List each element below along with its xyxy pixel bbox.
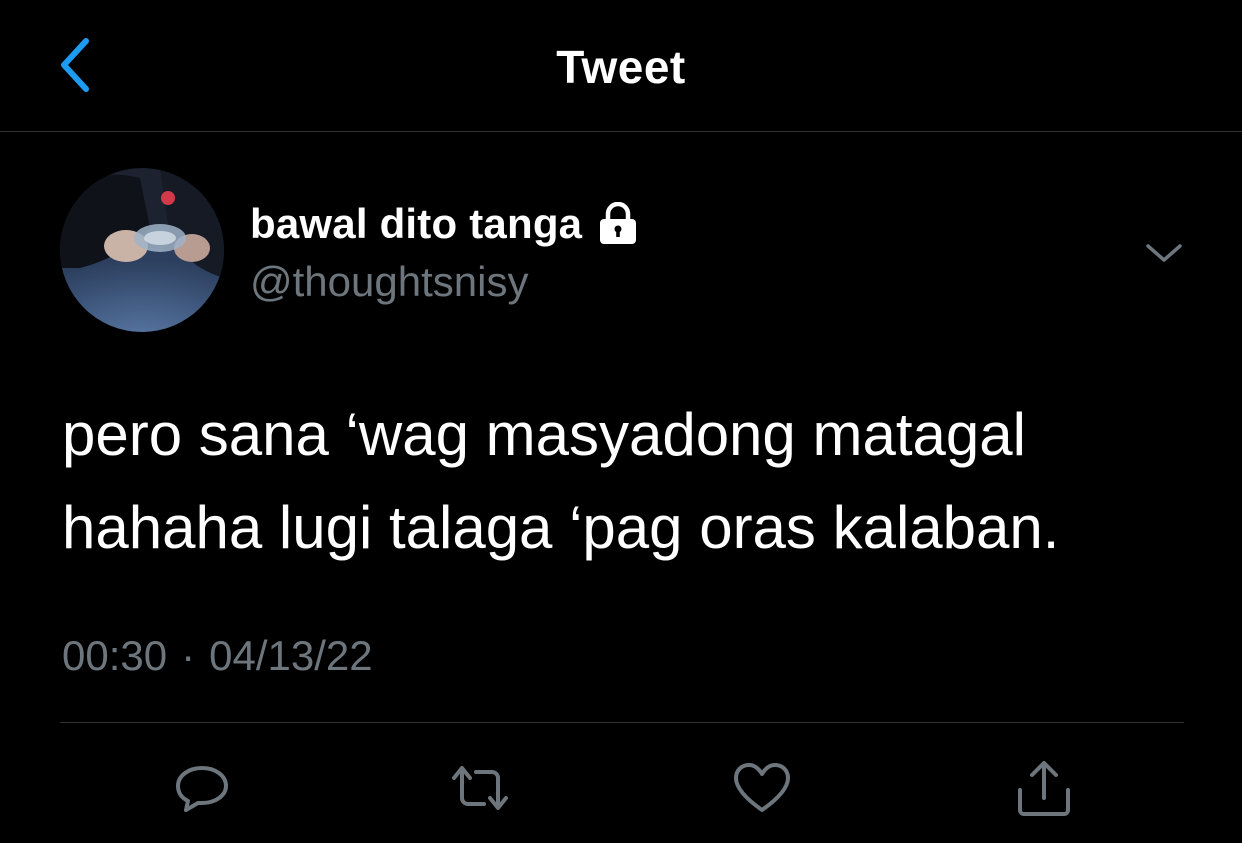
retweet-button[interactable] <box>448 756 512 820</box>
tweet-timestamp: 00:30 · 04/13/22 <box>62 632 373 680</box>
display-name: bawal dito tanga <box>250 200 583 247</box>
more-options-button[interactable] <box>1136 228 1192 278</box>
reply-icon <box>176 766 228 812</box>
tweet-text: pero sana ‘wag masyadong matagal hahaha … <box>62 388 1202 574</box>
tweet-time: 00:30 <box>62 632 168 679</box>
avatar[interactable] <box>60 168 224 332</box>
meta-separator: · <box>181 632 196 679</box>
tweet-text-line: hahaha lugi talaga ‘pag oras kalaban. <box>62 494 1060 561</box>
lock-icon <box>596 202 640 246</box>
tweet-text-line: pero sana ‘wag masyadong matagal <box>62 401 1026 468</box>
tweet-detail-screen: Tweet bawal dito tanga @thoughtsnisy per… <box>0 0 1242 843</box>
retweet-icon <box>452 766 508 810</box>
avatar-image <box>60 168 224 332</box>
top-nav-bar: Tweet <box>0 0 1242 132</box>
tweet-date: 04/13/22 <box>209 632 373 679</box>
reply-button[interactable] <box>170 756 234 820</box>
author-handle[interactable]: @thoughtsnisy <box>250 258 528 306</box>
heart-icon <box>734 763 790 812</box>
divider <box>60 722 1184 723</box>
like-button[interactable] <box>730 756 794 820</box>
author-name-row[interactable]: bawal dito tanga <box>250 198 640 250</box>
chevron-down-icon <box>1146 244 1182 262</box>
page-title: Tweet <box>556 41 686 93</box>
share-icon <box>1018 761 1070 816</box>
share-button[interactable] <box>1012 756 1076 820</box>
